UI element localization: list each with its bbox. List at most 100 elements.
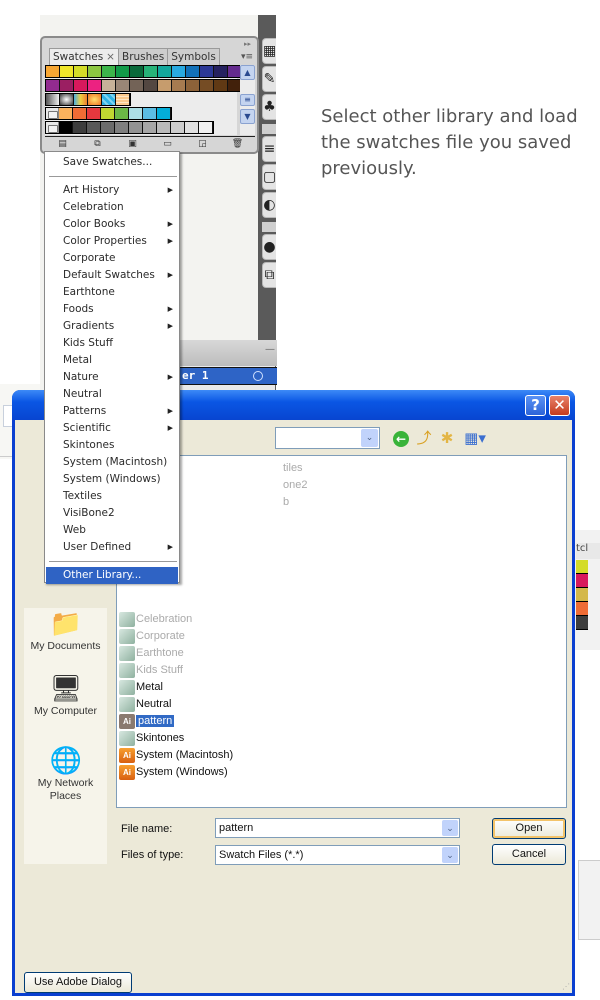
menu-item-system-macintosh[interactable]: System (Macintosh) — [46, 454, 178, 471]
swatch[interactable] — [157, 122, 171, 133]
swatch[interactable] — [116, 66, 130, 77]
swatch[interactable] — [172, 80, 186, 91]
swatch[interactable] — [115, 108, 129, 119]
swatch[interactable] — [102, 94, 116, 105]
brushes-panel-icon[interactable]: ✎ — [262, 66, 276, 92]
scroll-thumb[interactable]: ≡ — [240, 94, 255, 106]
graphic-styles-panel-icon[interactable]: ⧉ — [262, 262, 276, 288]
menu-item-corporate[interactable]: Corporate — [46, 250, 178, 267]
place-my-documents[interactable]: 📁 My Documents — [24, 608, 107, 653]
place-my-network-places[interactable]: 🌐 My Network Places — [24, 745, 107, 803]
close-tab-icon[interactable]: × — [106, 51, 115, 63]
menu-item-skintones[interactable]: Skintones — [46, 437, 178, 454]
menu-item-art-history[interactable]: Art History ▶ — [46, 182, 178, 199]
file-item[interactable]: Neutral — [119, 696, 171, 712]
swatch[interactable] — [130, 66, 144, 77]
swatch[interactable] — [158, 66, 172, 77]
swatch[interactable] — [73, 122, 87, 133]
stroke-panel-icon[interactable]: ≡ — [262, 136, 276, 162]
resize-grip-icon[interactable]: ⋰ — [562, 982, 570, 991]
swatch[interactable] — [186, 80, 200, 91]
swatch[interactable] — [214, 80, 228, 91]
close-button[interactable]: ✕ — [549, 395, 570, 416]
tab-swatches[interactable]: Swatches × — [49, 48, 119, 65]
swatch[interactable] — [46, 94, 60, 105]
swatch[interactable] — [130, 80, 144, 91]
chevron-down-icon[interactable]: ⌄ — [442, 820, 458, 836]
swatch-library-menu-icon[interactable]: ▤ — [57, 139, 69, 150]
file-item[interactable]: b — [283, 494, 289, 510]
place-my-computer[interactable]: 🖥 My Computer — [24, 673, 107, 718]
swatch[interactable] — [88, 66, 102, 77]
up-one-level-icon[interactable]: ⤴ — [414, 428, 434, 448]
swatch[interactable] — [185, 122, 199, 133]
collapse-panel-icon[interactable]: ▸▸ — [244, 40, 251, 48]
menu-item-neutral[interactable]: Neutral — [46, 386, 178, 403]
swatch[interactable] — [88, 80, 102, 91]
menu-item-foods[interactable]: Foods ▶ — [46, 301, 178, 318]
file-name-input[interactable]: pattern ⌄ — [215, 818, 460, 838]
views-menu-icon[interactable]: ▦▾ — [462, 428, 488, 448]
swatch[interactable] — [59, 122, 73, 133]
minimize-icon[interactable]: — — [265, 344, 275, 355]
file-item[interactable]: Ai System (Macintosh) — [119, 747, 233, 763]
menu-item-save-swatches[interactable]: Save Swatches... — [46, 154, 178, 171]
swatches-panel-icon[interactable]: ▦ — [262, 38, 276, 64]
file-item[interactable]: Ai System (Windows) — [119, 764, 228, 780]
swatch[interactable] — [158, 80, 172, 91]
menu-item-patterns[interactable]: Patterns ▶ — [46, 403, 178, 420]
cancel-button[interactable]: Cancel — [492, 844, 566, 865]
swatch[interactable] — [88, 94, 102, 105]
menu-item-earthtone[interactable]: Earthtone — [46, 284, 178, 301]
menu-item-celebration[interactable]: Celebration — [46, 199, 178, 216]
swatch[interactable] — [144, 66, 158, 77]
appearance-panel-icon[interactable]: ● — [262, 234, 276, 260]
swatch[interactable] — [171, 122, 185, 133]
open-button[interactable]: Open — [492, 818, 566, 839]
swatch[interactable] — [60, 94, 74, 105]
file-item[interactable]: Skintones — [119, 730, 184, 746]
tab-symbols[interactable]: Symbols — [167, 48, 220, 65]
swatch[interactable] — [59, 108, 73, 119]
chevron-down-icon[interactable]: ⌄ — [361, 429, 378, 447]
back-button[interactable]: ← — [391, 428, 411, 448]
menu-item-visibone2[interactable]: VisiBone2 — [46, 505, 178, 522]
swatch[interactable] — [129, 122, 143, 133]
swatch[interactable] — [143, 122, 157, 133]
layer-target-icon[interactable] — [253, 371, 263, 381]
file-type-select[interactable]: Swatch Files (*.*) ⌄ — [215, 845, 460, 865]
swatch[interactable] — [87, 122, 101, 133]
file-item[interactable]: Corporate — [119, 628, 185, 644]
swatch[interactable] — [116, 94, 130, 105]
swatch[interactable] — [87, 108, 101, 119]
file-item[interactable]: Metal — [119, 679, 163, 695]
swatch[interactable] — [157, 108, 171, 119]
menu-item-kids-stuff[interactable]: Kids Stuff — [46, 335, 178, 352]
swatch[interactable] — [60, 66, 74, 77]
menu-item-default-swatches[interactable]: Default Swatches ▶ — [46, 267, 178, 284]
menu-item-textiles[interactable]: Textiles — [46, 488, 178, 505]
swatch[interactable] — [200, 66, 214, 77]
color-group-folder-icon[interactable] — [46, 122, 59, 133]
file-item[interactable]: Celebration — [119, 611, 192, 627]
show-kinds-menu-icon[interactable]: ⧉ — [92, 139, 104, 150]
swatch[interactable] — [73, 108, 87, 119]
gradient-panel-icon[interactable]: ▢ — [262, 164, 276, 190]
file-item[interactable]: Kids Stuff — [119, 662, 183, 678]
menu-item-user-defined[interactable]: User Defined ▶ — [46, 539, 178, 556]
swatch[interactable] — [101, 122, 115, 133]
menu-item-system-windows[interactable]: System (Windows) — [46, 471, 178, 488]
help-button[interactable]: ? — [525, 395, 546, 416]
layer-row[interactable]: er 1 — [180, 367, 277, 385]
menu-item-web[interactable]: Web — [46, 522, 178, 539]
look-in-combo[interactable]: ⌄ — [275, 427, 380, 449]
file-item[interactable]: Earthtone — [119, 645, 184, 661]
swatch[interactable] — [172, 66, 186, 77]
menu-item-metal[interactable]: Metal — [46, 352, 178, 369]
swatch[interactable] — [129, 108, 143, 119]
file-item[interactable]: one2 — [283, 477, 307, 493]
swatch[interactable] — [214, 66, 228, 77]
trash-icon[interactable]: 🗑 — [232, 139, 244, 150]
swatch[interactable] — [46, 66, 60, 77]
menu-item-other-library[interactable]: Other Library... — [46, 567, 178, 584]
